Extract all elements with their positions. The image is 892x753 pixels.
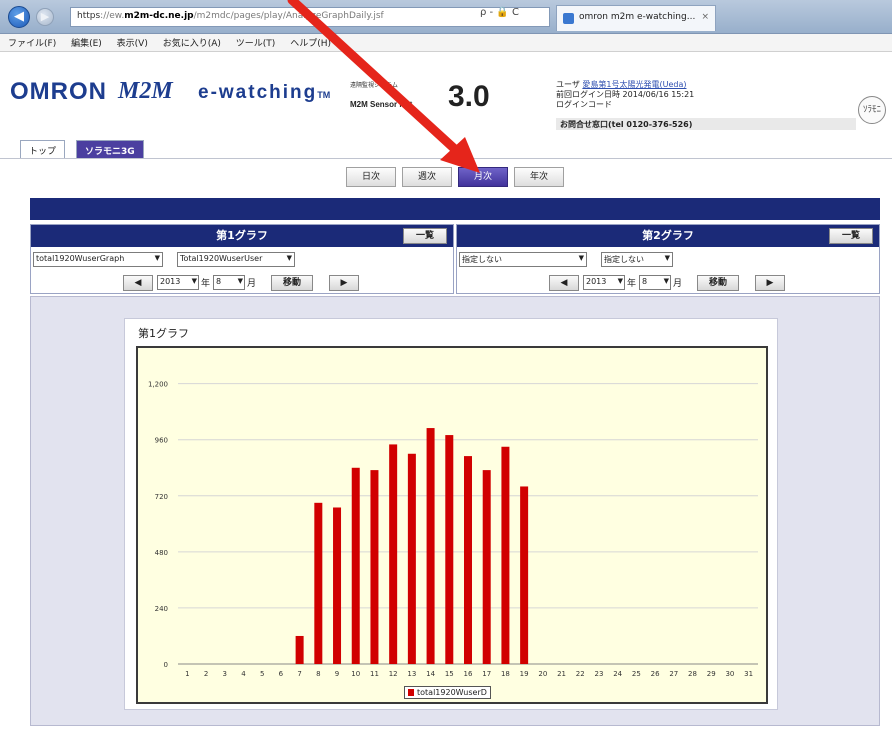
x-tick-label: 4: [241, 670, 246, 678]
x-tick-label: 9: [335, 670, 339, 678]
bar: [314, 502, 323, 664]
x-tick-label: 6: [279, 670, 284, 678]
legend-swatch: [408, 689, 414, 696]
chart-legend: total1920WuserD: [404, 686, 491, 699]
x-tick-label: 26: [651, 670, 660, 678]
x-tick-label: 16: [464, 670, 473, 678]
bar: [426, 428, 435, 664]
y-tick-label: 960: [155, 437, 168, 445]
x-tick-label: 20: [538, 670, 547, 678]
x-tick-label: 12: [389, 670, 398, 678]
x-tick-label: 28: [688, 670, 697, 678]
x-tick-label: 27: [669, 670, 678, 678]
x-tick-label: 19: [520, 670, 529, 678]
x-tick-label: 21: [557, 670, 566, 678]
bar: [464, 456, 472, 664]
x-tick-label: 15: [445, 670, 454, 678]
bar: [370, 470, 379, 664]
x-tick-label: 23: [595, 670, 604, 678]
x-tick-label: 3: [223, 670, 227, 678]
bar: [333, 507, 342, 664]
x-tick-label: 22: [576, 670, 585, 678]
bar-chart: 02404807209601,2001 2 3 4 5 6 7 8 9 10 11 12 13 14 15 1…: [148, 381, 758, 678]
bar: [389, 444, 398, 664]
y-tick-label: 720: [155, 493, 168, 501]
legend-label: total1920WuserD: [417, 688, 487, 697]
y-tick-label: 0: [164, 661, 168, 669]
x-tick-label: 30: [725, 670, 734, 678]
y-tick-label: 480: [155, 549, 168, 557]
x-tick-label: 11: [370, 670, 379, 678]
y-tick-label: 240: [155, 605, 168, 613]
x-tick-label: 5: [260, 670, 264, 678]
x-tick-label: 24: [613, 670, 622, 678]
bar: [351, 467, 360, 664]
x-tick-label: 25: [632, 670, 641, 678]
x-tick-label: 31: [744, 670, 753, 678]
bar: [407, 453, 416, 664]
x-tick-label: 18: [501, 670, 510, 678]
x-tick-label: 13: [407, 670, 416, 678]
x-tick-label: 10: [351, 670, 360, 678]
x-tick-label: 17: [482, 670, 491, 678]
x-tick-label: 8: [316, 670, 320, 678]
bar: [445, 435, 454, 664]
bar: [295, 635, 304, 664]
x-tick-label: 7: [297, 670, 301, 678]
x-tick-label: 14: [426, 670, 435, 678]
x-tick-label: 1: [185, 670, 189, 678]
x-tick-label: 29: [707, 670, 716, 678]
x-tick-label: 2: [204, 670, 208, 678]
bar: [520, 486, 529, 664]
bar: [482, 470, 491, 664]
y-tick-label: 1,200: [148, 381, 168, 389]
bar: [501, 446, 510, 664]
